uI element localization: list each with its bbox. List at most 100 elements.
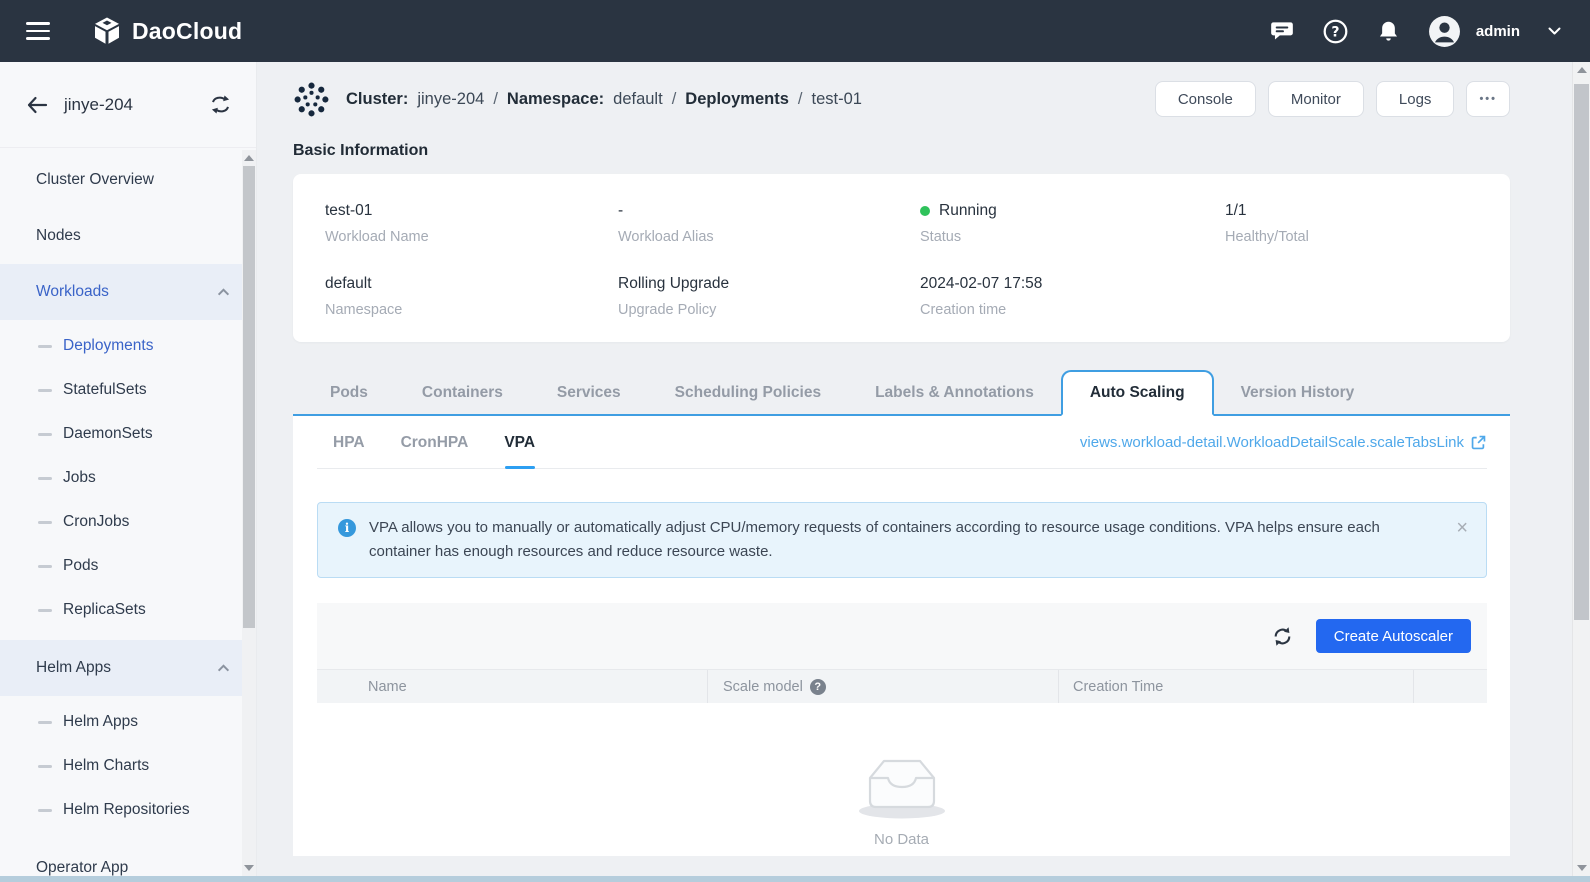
scroll-up-arrow[interactable] [1577,67,1587,73]
tab-pods[interactable]: Pods [303,370,395,416]
back-icon[interactable] [26,96,48,114]
notifications-icon[interactable] [1376,18,1401,45]
dash-icon [38,521,52,524]
messages-icon[interactable] [1269,18,1295,44]
table-header: Name Scale model ? Creation Time [317,669,1487,703]
refresh-icon[interactable] [1271,625,1294,648]
sidebar-item-deployments[interactable]: Deployments [0,320,256,368]
field-upgrade-policy: Rolling Upgrade Upgrade Policy [618,275,920,318]
status-badge: Running [939,202,997,220]
brand-name: DaoCloud [132,18,242,45]
table-toolbar: Create Autoscaler [317,603,1487,669]
tab-services[interactable]: Services [530,370,648,416]
auto-scaling-panel: HPA CronHPA VPA views.workload-detail.Wo… [293,416,1510,856]
sidebar-item-daemonsets[interactable]: DaemonSets [0,412,256,456]
window-bottom-edge [0,876,1590,882]
cluster-icon [293,81,330,118]
sidebar-item-jobs[interactable]: Jobs [0,456,256,500]
empty-inbox-icon [854,745,950,823]
field-status: Running Status [920,202,1225,245]
daocloud-logo-icon [92,16,122,46]
field-workload-alias: - Workload Alias [618,202,920,245]
empty-state: No Data [293,745,1510,848]
scroll-down-arrow[interactable] [244,865,254,871]
external-link-icon [1470,434,1487,451]
logs-button[interactable]: Logs [1376,81,1455,117]
tab-auto-scaling[interactable]: Auto Scaling [1061,370,1214,416]
sidebar-item-helm-repositories[interactable]: Helm Repositories [0,788,256,832]
sidebar-header: jinye-204 [0,62,256,148]
sidebar-item-replicasets[interactable]: ReplicaSets [0,588,256,632]
sidebar-item-statefulsets[interactable]: StatefulSets [0,368,256,412]
dash-icon [38,765,52,768]
tab-containers[interactable]: Containers [395,370,530,416]
basic-info-card: test-01 Workload Name - Workload Alias R… [293,174,1510,342]
field-healthy-total: 1/1 Healthy/Total [1225,202,1510,245]
scrollbar-thumb[interactable] [243,166,255,628]
info-icon: i [338,519,356,537]
scroll-up-arrow[interactable] [244,155,254,161]
status-dot [920,206,930,216]
username[interactable]: admin [1476,23,1520,40]
column-scale-model: Scale model ? [707,670,1058,703]
brand-logo[interactable]: DaoCloud [92,16,242,46]
subtab-cronhpa[interactable]: CronHPA [401,416,469,469]
scale-subtabs: HPA CronHPA VPA views.workload-detail.Wo… [293,416,1510,469]
avatar[interactable] [1428,15,1461,48]
empty-text: No Data [874,831,929,848]
sidebar-menu: Cluster Overview Nodes Workloads Deploym… [0,148,256,876]
scroll-down-arrow[interactable] [1577,865,1587,871]
page-header: Cluster: jinye-204 / Namespace: default … [293,76,1510,122]
menu-toggle-icon[interactable] [26,22,50,39]
dash-icon [38,345,52,348]
sidebar-item-helm-charts[interactable]: Helm Charts [0,744,256,788]
breadcrumb-cluster-value[interactable]: jinye-204 [417,90,484,109]
tab-version-history[interactable]: Version History [1214,370,1382,416]
create-autoscaler-button[interactable]: Create Autoscaler [1316,619,1471,653]
detail-tabs: Pods Containers Services Scheduling Poli… [293,370,1510,416]
vpa-info-banner: i VPA allows you to manually or automati… [317,502,1487,578]
chevron-up-icon [217,664,230,673]
scale-tabs-link[interactable]: views.workload-detail.WorkloadDetailScal… [1080,434,1487,451]
subtab-vpa[interactable]: VPA [504,416,535,469]
dash-icon [38,389,52,392]
help-icon[interactable]: ? [1322,18,1349,45]
breadcrumb-namespace-value[interactable]: default [613,90,663,109]
help-badge-icon[interactable]: ? [810,679,826,695]
chevron-up-icon [217,288,230,297]
monitor-button[interactable]: Monitor [1268,81,1364,117]
sidebar-scrollbar[interactable] [242,150,256,876]
dash-icon [38,477,52,480]
sidebar-cluster-name: jinye-204 [64,95,133,115]
sidebar-item-cluster-overview[interactable]: Cluster Overview [0,152,256,208]
sidebar-group-helm-apps[interactable]: Helm Apps [0,640,256,696]
breadcrumb-section[interactable]: Deployments [685,90,789,109]
sidebar-group-workloads[interactable]: Workloads [0,264,256,320]
dash-icon [38,609,52,612]
dash-icon [38,721,52,724]
more-actions-button[interactable]: ••• [1466,81,1510,117]
subtab-hpa[interactable]: HPA [333,416,365,469]
chevron-down-icon[interactable] [1547,26,1562,36]
scrollbar-thumb[interactable] [1574,84,1589,620]
basic-info-title: Basic Information [293,142,1510,160]
close-icon[interactable]: × [1456,518,1468,538]
sidebar-item-operator-app[interactable]: Operator App [0,840,256,876]
column-creation-time: Creation Time [1058,670,1413,703]
dash-icon [38,809,52,812]
console-button[interactable]: Console [1155,81,1256,117]
dash-icon [38,433,52,436]
tab-scheduling-policies[interactable]: Scheduling Policies [648,370,848,416]
switch-cluster-icon[interactable] [209,94,232,115]
window-scrollbar[interactable] [1572,62,1590,876]
svg-text:?: ? [1331,24,1339,40]
tab-labels-annotations[interactable]: Labels & Annotations [848,370,1061,416]
sidebar-item-pods[interactable]: Pods [0,544,256,588]
field-namespace: default Namespace [325,275,618,318]
sidebar-item-cronjobs[interactable]: CronJobs [0,500,256,544]
sidebar-item-nodes[interactable]: Nodes [0,208,256,264]
main-content: Cluster: jinye-204 / Namespace: default … [257,62,1572,876]
breadcrumb: Cluster: jinye-204 / Namespace: default … [346,90,862,109]
dash-icon [38,565,52,568]
sidebar-item-helm-apps[interactable]: Helm Apps [0,696,256,744]
